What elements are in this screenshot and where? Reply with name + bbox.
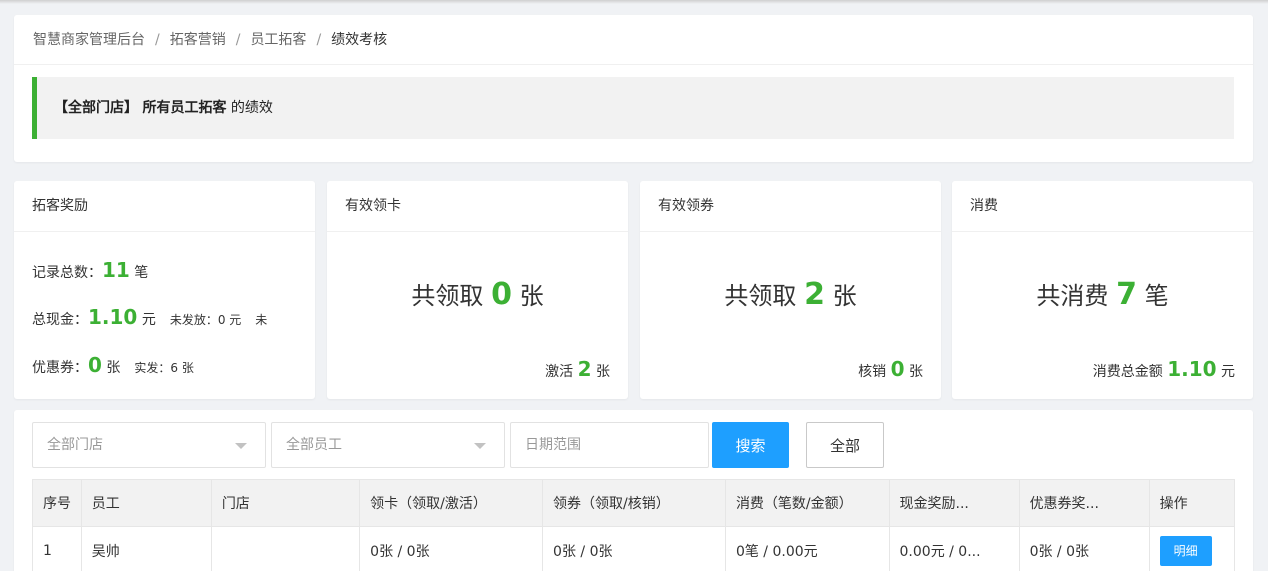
performance-table: 序号 员工 门店 领卡（领取/激活） 领券（领取/核销） 消费（笔数/金额） 现… — [32, 479, 1236, 571]
cards-sub-unit: 张 — [596, 364, 610, 380]
coupons-main-unit: 张 — [832, 282, 857, 310]
col-header-coupons: 领券（领取/核销） — [542, 479, 726, 527]
cards-sub-label: 激活 — [545, 364, 574, 380]
coupons-stat-card: 有效领券 共领取 2 张 核销 0 张 — [640, 181, 941, 399]
issued-text: 实发：6 张 — [134, 361, 194, 375]
cell-index: 1 — [32, 526, 82, 571]
notice-suffix: 的绩效 — [230, 100, 273, 116]
cards-sub: 激活 2 张 — [545, 357, 610, 381]
coupons-main-prefix: 共领取 — [724, 282, 797, 310]
table-header-row: 序号 员工 门店 领卡（领取/激活） 领券（领取/核销） 消费（笔数/金额） 现… — [32, 479, 1236, 527]
records-line: 记录总数：11 笔 — [32, 258, 148, 282]
consume-main-value: 7 — [1116, 277, 1137, 312]
cell-cash-reward: 0.00元 / 0... — [888, 526, 1020, 571]
notice-scope: 所有员工拓客 — [142, 100, 227, 116]
cards-stat-title: 有效领卡 — [327, 181, 628, 232]
unpaid-text: 未发放：0 元 — [169, 313, 242, 327]
cash-value: 1.10 — [88, 305, 138, 329]
col-header-coupon-reward: 优惠券奖... — [1018, 479, 1150, 527]
chevron-down-icon — [474, 443, 486, 449]
cell-coupons: 0张 / 0张 — [542, 526, 726, 571]
col-header-consume: 消费（笔数/金额） — [724, 479, 890, 527]
performance-table-card: 全部门店 全部员工 日期范围 搜索 全部 序号 员工 门店 领卡（领取/激活） — [14, 410, 1253, 571]
breadcrumb-current: 绩效考核 — [331, 32, 388, 48]
cash-line: 总现金：1.10 元未发放：0 元未 — [32, 305, 267, 329]
cell-consume: 0笔 / 0.00元 — [724, 526, 890, 571]
cell-cards: 0张 / 0张 — [359, 526, 544, 571]
coupon-value: 0 — [88, 353, 102, 377]
records-unit: 笔 — [134, 265, 149, 281]
cash-unit: 元 — [141, 312, 156, 328]
chevron-down-icon — [235, 443, 247, 449]
coupons-sub-value: 0 — [890, 357, 905, 381]
breadcrumb-item-home[interactable]: 智慧商家管理后台 — [33, 32, 145, 48]
top-shadow — [0, 0, 1268, 4]
col-header-action: 操作 — [1148, 479, 1236, 527]
unpaid-trail: 未 — [255, 313, 268, 327]
cell-action: 明细 — [1148, 526, 1236, 571]
all-button[interactable]: 全部 — [806, 422, 884, 468]
cards-main-prefix: 共领取 — [411, 282, 484, 310]
consume-sub-unit: 元 — [1221, 364, 1235, 380]
cash-label: 总现金： — [32, 312, 88, 328]
table-row: 1 吴帅 0张 / 0张 0张 / 0张 0笔 / 0.00元 0.00元 / … — [32, 526, 1236, 571]
records-label: 记录总数： — [32, 265, 102, 281]
cards-stat-card: 有效领卡 共领取 0 张 激活 2 张 — [327, 181, 628, 399]
breadcrumb-separator: / — [155, 32, 160, 48]
cards-sub-value: 2 — [577, 357, 592, 381]
breadcrumb-separator: / — [235, 32, 241, 48]
header-card: 智慧商家管理后台 / 拓客营销 / 员工拓客 / 绩效考核 【全部门店】 所有员工拓客 的绩… — [14, 15, 1253, 162]
coupon-line: 优惠券：0 张实发：6 张 — [32, 353, 194, 377]
store-select-value: 全部门店 — [47, 437, 103, 453]
detail-button[interactable]: 明细 — [1159, 535, 1212, 566]
cell-coupon-reward: 0张 / 0张 — [1018, 526, 1150, 571]
coupons-main: 共领取 2 张 — [640, 276, 941, 312]
breadcrumb-separator: / — [316, 32, 322, 48]
breadcrumb: 智慧商家管理后台 / 拓客营销 / 员工拓客 / 绩效考核 — [14, 15, 1253, 65]
consume-sub: 消费总金额 1.10 元 — [1093, 357, 1235, 381]
date-range-input[interactable]: 日期范围 — [510, 422, 709, 468]
cell-employee: 吴帅 — [80, 526, 212, 571]
coupons-sub-unit: 张 — [909, 364, 923, 380]
consume-stat-title: 消费 — [952, 181, 1253, 232]
coupon-label: 优惠券： — [32, 360, 88, 376]
consume-main: 共消费 7 笔 — [952, 276, 1253, 312]
col-header-index: 序号 — [32, 479, 82, 527]
cards-main: 共领取 0 张 — [327, 276, 628, 312]
cards-main-value: 0 — [491, 277, 512, 312]
consume-sub-label: 消费总金额 — [1092, 364, 1163, 380]
coupons-sub: 核销 0 张 — [858, 357, 923, 381]
coupons-sub-label: 核销 — [858, 364, 887, 380]
employee-select[interactable]: 全部员工 — [271, 422, 505, 468]
notice-store: 【全部门店】 — [54, 100, 138, 116]
cards-main-unit: 张 — [519, 282, 544, 310]
store-select[interactable]: 全部门店 — [32, 422, 266, 468]
breadcrumb-item-marketing[interactable]: 拓客营销 — [170, 32, 226, 48]
reward-stat-card: 拓客奖励 记录总数：11 笔 总现金：1.10 元未发放：0 元未 优惠券：0 … — [14, 181, 315, 399]
col-header-employee: 员工 — [80, 479, 212, 527]
col-header-cash-reward: 现金奖励... — [888, 479, 1020, 527]
reward-stat-title: 拓客奖励 — [14, 181, 315, 232]
cell-store — [210, 526, 361, 571]
scope-notice: 【全部门店】 所有员工拓客 的绩效 — [32, 77, 1234, 139]
search-button[interactable]: 搜索 — [712, 422, 789, 468]
col-header-store: 门店 — [210, 479, 361, 527]
consume-stat-card: 消费 共消费 7 笔 消费总金额 1.10 元 — [952, 181, 1253, 399]
coupons-stat-title: 有效领券 — [640, 181, 941, 232]
employee-select-value: 全部员工 — [286, 437, 342, 453]
records-value: 11 — [102, 258, 130, 282]
consume-main-unit: 笔 — [1144, 282, 1169, 310]
breadcrumb-item-employee-acquisition[interactable]: 员工拓客 — [250, 32, 306, 48]
date-range-placeholder: 日期范围 — [525, 437, 581, 453]
consume-sub-value: 1.10 — [1167, 357, 1217, 381]
consume-main-prefix: 共消费 — [1036, 282, 1109, 310]
coupons-main-value: 2 — [804, 277, 825, 312]
coupon-unit: 张 — [106, 360, 121, 376]
col-header-cards: 领卡（领取/激活） — [359, 479, 544, 527]
